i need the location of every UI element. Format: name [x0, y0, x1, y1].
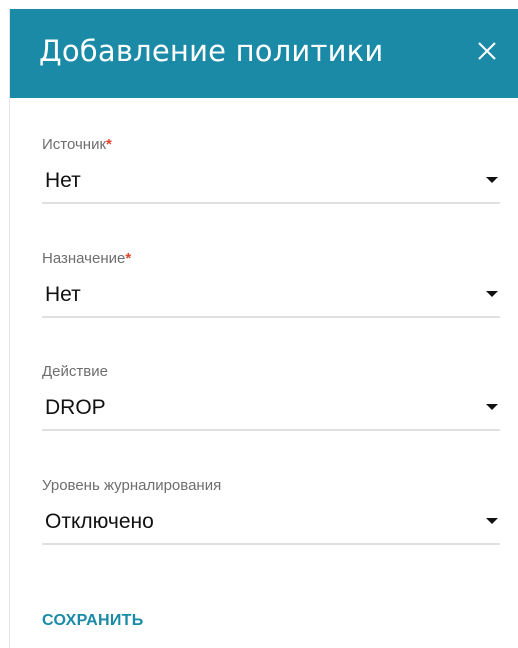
required-mark: * [106, 136, 112, 153]
chevron-down-icon [486, 291, 498, 297]
dialog-title: Добавление политики [39, 34, 384, 68]
source-label: Источник* [42, 136, 112, 153]
chevron-down-icon [486, 404, 498, 410]
logging-level-value: Отключено [45, 510, 154, 533]
source-value: Нет [45, 169, 81, 192]
source-select[interactable]: Нет [42, 158, 500, 204]
chevron-down-icon [486, 177, 498, 183]
save-button[interactable]: СОХРАНИТЬ [42, 612, 144, 630]
close-icon[interactable] [470, 34, 504, 68]
dialog-header: Добавление политики [10, 9, 518, 98]
required-mark: * [125, 250, 132, 267]
destination-value: Нет [45, 283, 81, 306]
action-select[interactable]: DROP [42, 385, 500, 431]
chevron-down-icon [486, 518, 498, 524]
add-policy-dialog: Добавление политики Источник* Нет Назнач… [9, 9, 518, 648]
logging-level-label: Уровень журналирования [42, 477, 222, 494]
source-field: Источник* Нет [42, 136, 500, 206]
destination-label: Назначение* [42, 250, 132, 267]
destination-field: Назначение* Нет [42, 250, 500, 320]
action-value: DROP [45, 396, 106, 419]
destination-select[interactable]: Нет [42, 272, 500, 318]
action-label: Действие [42, 363, 108, 380]
logging-level-field: Уровень журналирования Отключено [42, 477, 500, 547]
page: Добавление политики Источник* Нет Назнач… [0, 0, 518, 648]
action-field: Действие DROP [42, 363, 500, 433]
logging-level-select[interactable]: Отключено [42, 499, 500, 545]
